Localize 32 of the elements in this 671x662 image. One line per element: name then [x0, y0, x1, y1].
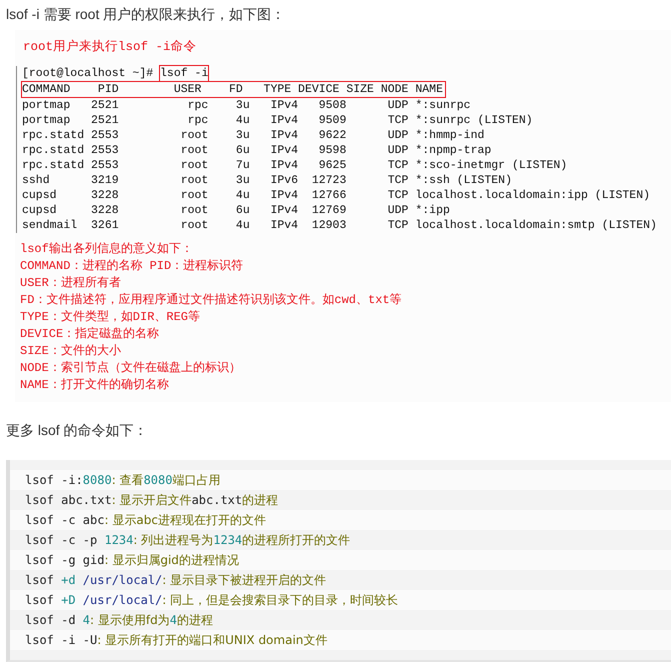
output-line: rpc.statd 2553 root 3u IPv4 9622 UDP *:hmmp-ind: [22, 128, 486, 143]
note-line: TYPE：文件类型，如DIR、REG等: [20, 309, 202, 326]
prompt-text: [root@localhost ~]#: [22, 66, 154, 81]
note-line: NAME：打开文件的确切名称: [20, 377, 170, 394]
code-line: lsof -i -U: 显示所有打开的端口和UNIX domain文件: [25, 633, 328, 647]
note-line: SIZE：文件的大小: [20, 343, 122, 360]
output-line: sshd 3219 root 3u IPv6 12723 TCP *:ssh (LISTEN): [22, 173, 513, 188]
output-line: cupsd 3228 root 4u IPv4 12766 TCP localhost.localdomain:ipp (LISTEN): [22, 188, 652, 203]
code-line: lsof +d /usr/local/: 显示目录下被进程开启的文件: [25, 573, 326, 587]
output-line: sendmail 3261 root 4u IPv4 12903 TCP localhost.localdomain:smtp (LISTEN): [22, 218, 658, 233]
note-line: FD：文件描述符，应用程序通过文件描述符识别该文件。如cwd、txt等: [20, 292, 403, 309]
note-line: COMMAND：进程的名称 PID：进程标识符: [20, 258, 244, 275]
code-line: lsof +D /usr/local/: 同上，但是会搜索目录下的目录，时间较长: [25, 593, 398, 607]
code-line: lsof -g gid: 显示归属gid的进程情况: [25, 553, 239, 567]
caption-text: root用户来执行lsof -i命令: [23, 38, 198, 56]
code-line: lsof abc.txt: 显示开启文件abc.txt的进程: [25, 493, 278, 507]
code-line: lsof -d 4: 显示使用fd为4的进程: [25, 613, 213, 627]
output-line: portmap 2521 rpc 4u IPv4 9509 TCP *:sunrpc (LISTEN): [22, 113, 534, 128]
note-line: DEVICE：指定磁盘的名称: [20, 326, 160, 343]
more-heading: 更多 lsof 的命令如下：: [6, 421, 149, 440]
output-line: rpc.statd 2553 root 7u IPv4 9625 TCP *:sco-inetmgr (LISTEN): [22, 158, 568, 173]
output-line: cupsd 3228 root 6u IPv4 12769 UDP *:ipp: [22, 203, 451, 218]
command-text: lsof -i: [160, 66, 208, 81]
code-line: lsof -c abc: 显示abc进程现在打开的文件: [25, 513, 266, 527]
note-line: lsof输出各列信息的意义如下：: [20, 241, 194, 258]
code-line: lsof -c -p 1234: 列出进程号为 1234的进程所打开的文件: [25, 533, 350, 547]
intro-text: lsof -i 需要 root 用户的权限来执行，如下图：: [6, 5, 286, 24]
note-line: USER：进程所有者: [20, 275, 122, 292]
output-line: rpc.statd 2553 root 6u IPv4 9598 UDP *:npmp-trap: [22, 143, 492, 158]
output-line: portmap 2521 rpc 3u IPv4 9508 UDP *:sunrpc: [22, 98, 472, 113]
code-line: lsof -i:8080: 查看8080端口占用: [25, 473, 220, 487]
note-line: NODE：索引节点（文件在磁盘上的标识）: [20, 360, 242, 377]
